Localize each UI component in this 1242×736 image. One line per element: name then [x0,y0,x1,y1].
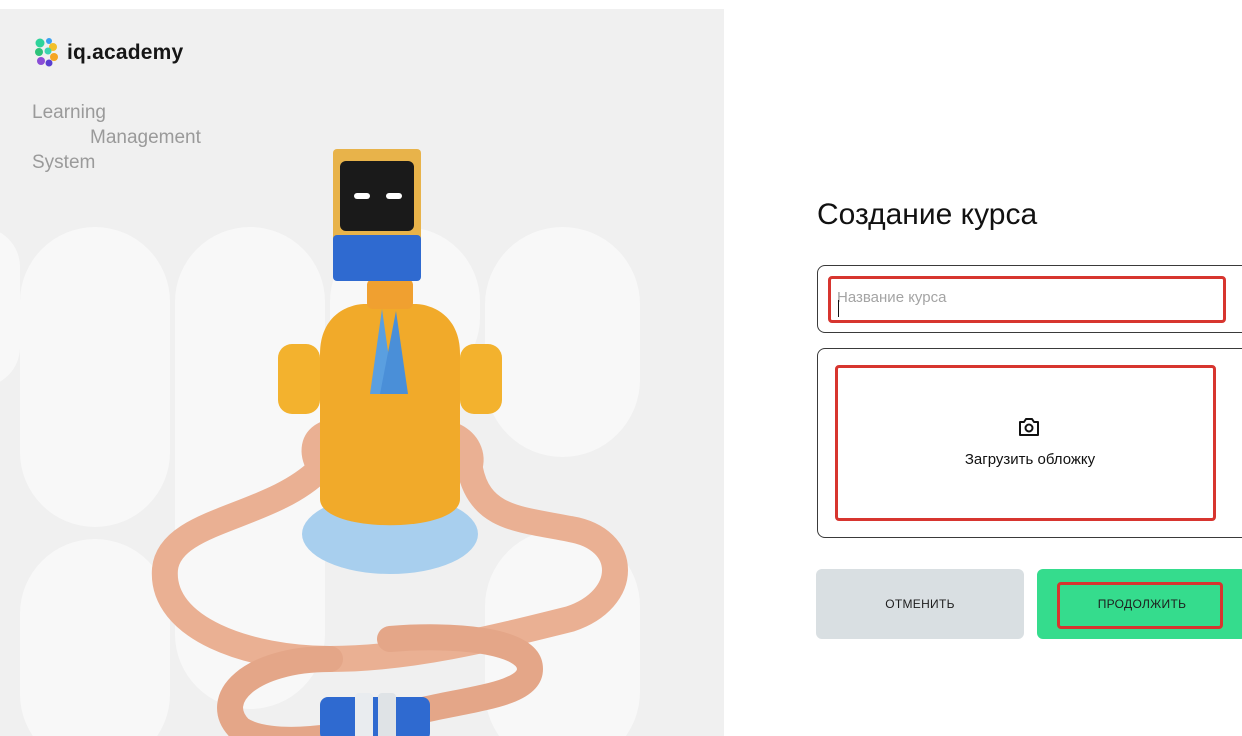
tagline-line: Learning [32,102,106,123]
camera-icon [1019,418,1039,436]
continue-button[interactable]: ПРОДОЛЖИТЬ [1037,569,1242,639]
cover-upload-area[interactable] [817,348,1242,538]
text-caret [838,300,839,317]
brand-name: iq.academy [67,41,184,64]
hero-panel: iq.academy Learning Management System [0,9,724,736]
bg-pill [20,227,170,527]
bg-pill [20,539,170,736]
cancel-button[interactable]: ОТМЕНИТЬ [816,569,1024,639]
bg-pill [0,227,20,387]
cover-upload-label: Загрузить обложку [964,451,1096,468]
robot-illustration [151,149,628,736]
page-title: Создание курса [817,198,1038,231]
iq-logo-icon [35,38,58,67]
tagline-line: System [32,152,96,173]
course-name-input[interactable] [837,282,1137,312]
brand-logo: iq.academy [33,37,183,69]
